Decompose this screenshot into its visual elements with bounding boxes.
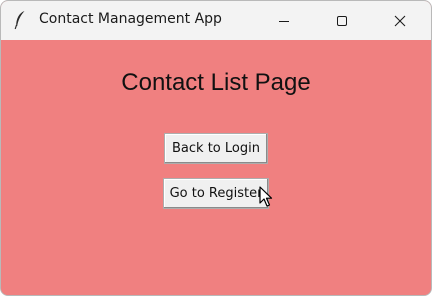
page-title: Contact List Page: [121, 69, 311, 96]
minimize-icon: [279, 20, 289, 22]
app-window: Contact Management App Contact List Page…: [0, 0, 432, 296]
maximize-icon: [337, 15, 347, 26]
go-to-register-button[interactable]: Go to Register: [163, 178, 269, 209]
close-icon: [394, 15, 406, 26]
minimize-button[interactable]: [255, 1, 313, 40]
back-to-login-button[interactable]: Back to Login: [164, 133, 268, 164]
title-bar: Contact Management App: [1, 1, 431, 40]
window-title: Contact Management App: [39, 11, 222, 27]
feather-icon: [14, 11, 25, 30]
mouse-pointer-icon: [259, 186, 273, 207]
content-area: Contact List Page Back to Login Go to Re…: [1, 40, 431, 295]
close-button[interactable]: [371, 1, 429, 40]
maximize-button[interactable]: [313, 1, 371, 40]
